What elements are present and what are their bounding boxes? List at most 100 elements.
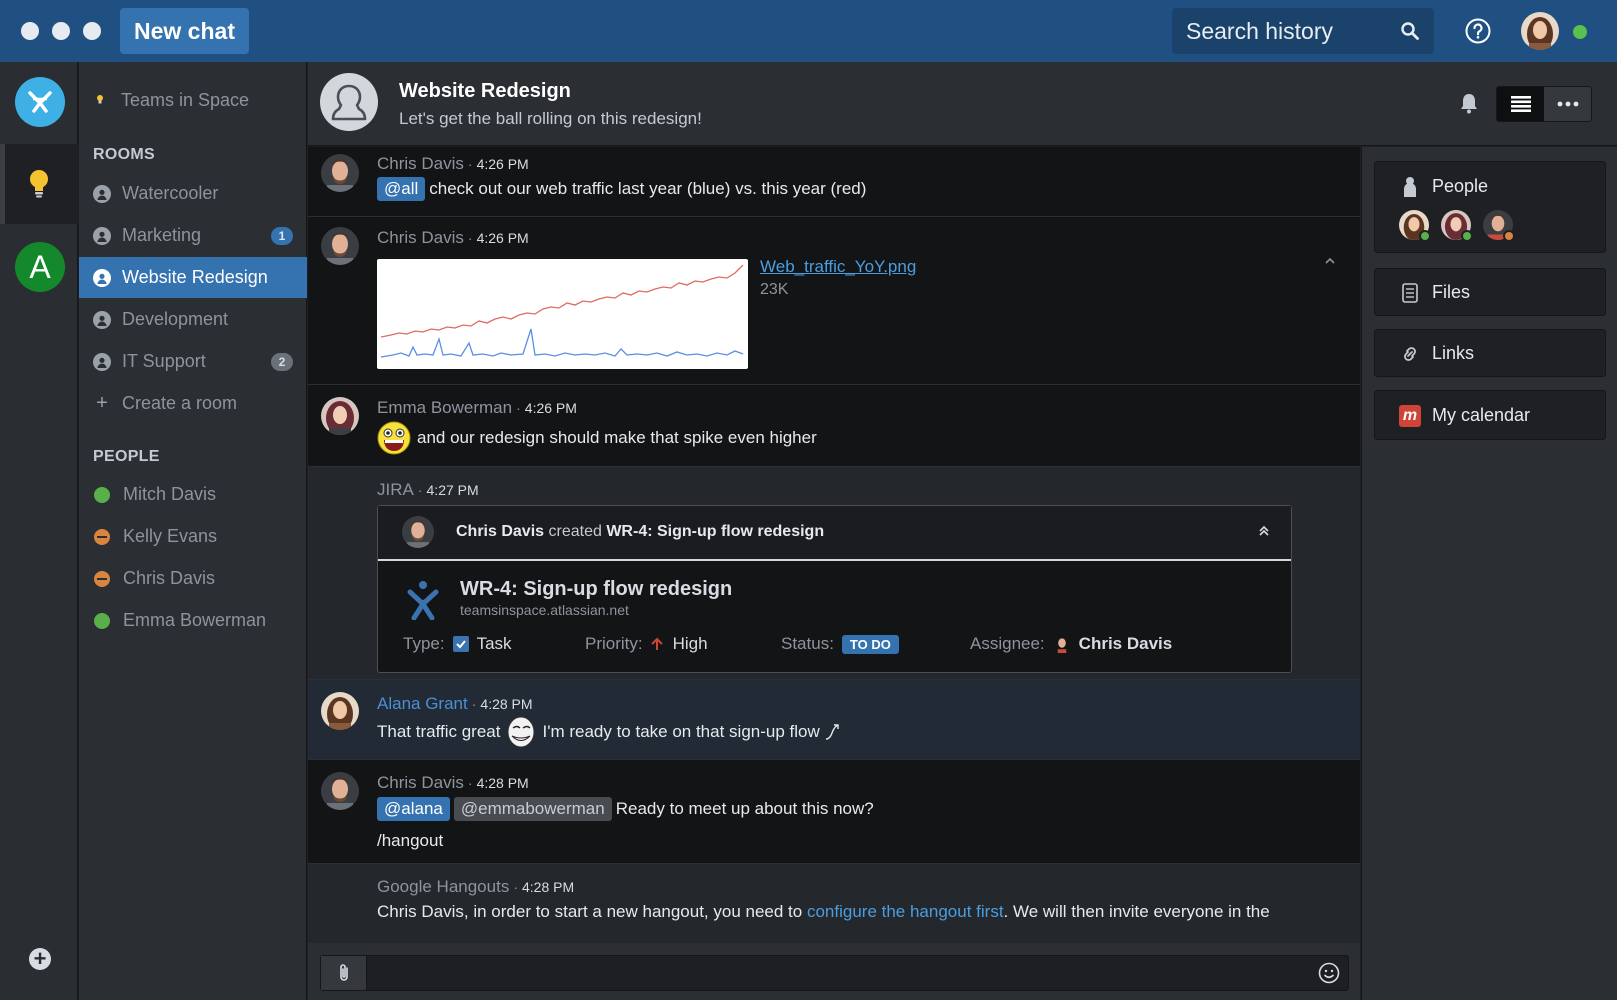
link-icon bbox=[1404, 347, 1416, 361]
window-minimize-button[interactable] bbox=[52, 22, 70, 40]
sidebar-item-label: Chris Davis bbox=[123, 568, 216, 588]
chevron-up-icon[interactable] bbox=[1324, 255, 1336, 267]
message-item: Emma Bowerman · 4:26 PM and our redesign s… bbox=[308, 385, 1360, 467]
sender-name[interactable]: JIRA bbox=[377, 480, 414, 499]
lightbulb-icon[interactable] bbox=[27, 168, 51, 198]
hipchat-logo-icon[interactable] bbox=[15, 77, 65, 127]
mention-all[interactable]: @all bbox=[377, 177, 426, 201]
message-item: Chris Davis · 4:26 PM Web_traffic_YoY.png … bbox=[308, 217, 1360, 385]
avatar[interactable] bbox=[321, 154, 359, 192]
sender-name[interactable]: Alana Grant bbox=[377, 694, 468, 713]
sidebar-item-website-redesign[interactable]: Website Redesign bbox=[79, 257, 307, 298]
room-topic[interactable]: Let's get the ball rolling on this redes… bbox=[399, 109, 702, 129]
status-online-icon bbox=[94, 612, 110, 629]
avatar[interactable] bbox=[321, 692, 359, 730]
room-avatar-icon bbox=[320, 73, 378, 131]
search-icon[interactable] bbox=[1400, 21, 1420, 41]
more-options-button[interactable] bbox=[1544, 87, 1591, 121]
sender-name[interactable]: Chris Davis bbox=[377, 154, 464, 173]
task-checkbox-icon bbox=[452, 636, 469, 652]
configure-hangout-link[interactable]: configure the hangout first bbox=[807, 902, 1004, 921]
create-room-label: Create a room bbox=[122, 393, 238, 413]
sender-name[interactable]: Chris Davis bbox=[377, 228, 464, 247]
separator: · bbox=[516, 400, 521, 416]
bell-icon[interactable] bbox=[1458, 92, 1480, 114]
status-away-icon bbox=[94, 528, 110, 545]
title-bar: New chat bbox=[0, 0, 1617, 62]
message-text: Ready to meet up about this now? bbox=[615, 799, 874, 818]
message-text: and our redesign should make that spike … bbox=[417, 428, 817, 447]
message-body: @all check out our web traffic last year … bbox=[377, 177, 866, 201]
sidebar-person-chris-davis[interactable]: Chris Davis bbox=[79, 558, 307, 599]
sidebar-person-emma-bowerman[interactable]: Emma Bowerman bbox=[79, 600, 307, 641]
room-info-panel: People Files Links m My calendar bbox=[1361, 147, 1617, 1000]
sidebar-item-development[interactable]: Development bbox=[79, 299, 307, 340]
web-traffic-image[interactable] bbox=[377, 259, 748, 369]
room-header: Website Redesign Let's get the ball roll… bbox=[308, 62, 1617, 146]
calendar-card[interactable]: m My calendar bbox=[1374, 390, 1606, 440]
window-close-button[interactable] bbox=[21, 22, 39, 40]
create-room-button[interactable]: + Create a room bbox=[79, 383, 307, 424]
new-chat-button[interactable]: New chat bbox=[120, 8, 249, 54]
message-body: Chris Davis, in order to start a new han… bbox=[377, 902, 1270, 922]
message-header: Google Hangouts · 4:28 PM bbox=[377, 877, 574, 897]
message-command: /hangout bbox=[377, 831, 444, 850]
message-input[interactable] bbox=[373, 960, 1293, 986]
sidebar-item-watercooler[interactable]: Watercooler bbox=[79, 173, 307, 214]
team-a-avatar[interactable]: A bbox=[15, 242, 65, 292]
sidebar-person-kelly-evans[interactable]: Kelly Evans bbox=[79, 516, 307, 557]
mention-alana[interactable]: @alana bbox=[377, 797, 450, 821]
search-input[interactable] bbox=[1186, 8, 1396, 54]
sidebar-item-it-support[interactable]: IT Support 2 bbox=[79, 341, 307, 382]
help-icon[interactable] bbox=[1465, 18, 1491, 44]
avatar[interactable] bbox=[321, 772, 359, 810]
links-label: Links bbox=[1432, 343, 1475, 363]
sidebar-person-mitch-davis[interactable]: Mitch Davis bbox=[79, 474, 307, 515]
message-text: . We will then invite everyone in the bbox=[1003, 902, 1270, 921]
avatar bbox=[402, 516, 434, 548]
add-team-icon[interactable]: + bbox=[29, 948, 51, 970]
message-item: Chris Davis · 4:28 PM @alana @emmabowerman R… bbox=[308, 760, 1360, 864]
sender-name[interactable]: Google Hangouts bbox=[377, 877, 509, 896]
avatar[interactable] bbox=[321, 227, 359, 265]
user-avatar[interactable] bbox=[1521, 12, 1559, 50]
files-card[interactable]: Files bbox=[1374, 268, 1606, 316]
links-card[interactable]: Links bbox=[1374, 329, 1606, 377]
message-item: Chris Davis · 4:26 PM @all check out our we… bbox=[308, 147, 1360, 217]
jira-issue-title[interactable]: WR-4: Sign-up flow redesign bbox=[460, 578, 732, 601]
sender-name[interactable]: Chris Davis bbox=[377, 773, 464, 792]
file-link[interactable]: Web_traffic_YoY.png bbox=[760, 257, 916, 277]
message-header: Chris Davis · 4:26 PM bbox=[377, 154, 529, 174]
sender-name[interactable]: Emma Bowerman bbox=[377, 398, 512, 417]
sidebar-item-label: Marketing bbox=[122, 225, 202, 245]
separator: · bbox=[471, 696, 477, 712]
room-icon bbox=[93, 352, 111, 371]
people-card[interactable]: People bbox=[1374, 161, 1606, 253]
team-name[interactable]: Teams in Space bbox=[121, 90, 249, 111]
separator: · bbox=[513, 879, 518, 895]
list-view-button[interactable] bbox=[1497, 87, 1544, 121]
emoji-icon[interactable] bbox=[1318, 962, 1340, 984]
plus-icon: + bbox=[96, 392, 108, 414]
search-history[interactable] bbox=[1172, 8, 1434, 54]
jira-issue-card[interactable]: Chris Davis created WR-4: Sign-up flow r… bbox=[377, 505, 1292, 673]
collapse-icon[interactable] bbox=[1257, 524, 1271, 538]
jira-logo-icon bbox=[407, 581, 439, 620]
message-list[interactable]: Chris Davis · 4:26 PM @all check out our we… bbox=[308, 147, 1360, 943]
sidebar-item-marketing[interactable]: Marketing 1 bbox=[79, 215, 307, 256]
user-status-online[interactable] bbox=[1571, 23, 1589, 41]
message-time: 4:26 PM bbox=[524, 400, 577, 416]
message-time: 4:28 PM bbox=[522, 879, 575, 895]
room-icon bbox=[93, 268, 111, 287]
mention-emmabowerman[interactable]: @emmabowerman bbox=[453, 797, 612, 821]
message-header: Emma Bowerman · 4:26 PM bbox=[377, 398, 577, 418]
room-icon bbox=[93, 184, 111, 203]
window-zoom-button[interactable] bbox=[83, 22, 101, 40]
message-composer[interactable] bbox=[320, 955, 1349, 991]
more-dots-icon bbox=[1557, 101, 1578, 107]
message-item: Alana Grant · 4:28 PM That traffic great I… bbox=[308, 680, 1360, 760]
paperclip-icon bbox=[339, 964, 348, 981]
message-header: Chris Davis · 4:28 PM bbox=[377, 773, 529, 793]
avatar[interactable] bbox=[321, 397, 359, 435]
attach-button[interactable] bbox=[321, 956, 367, 990]
